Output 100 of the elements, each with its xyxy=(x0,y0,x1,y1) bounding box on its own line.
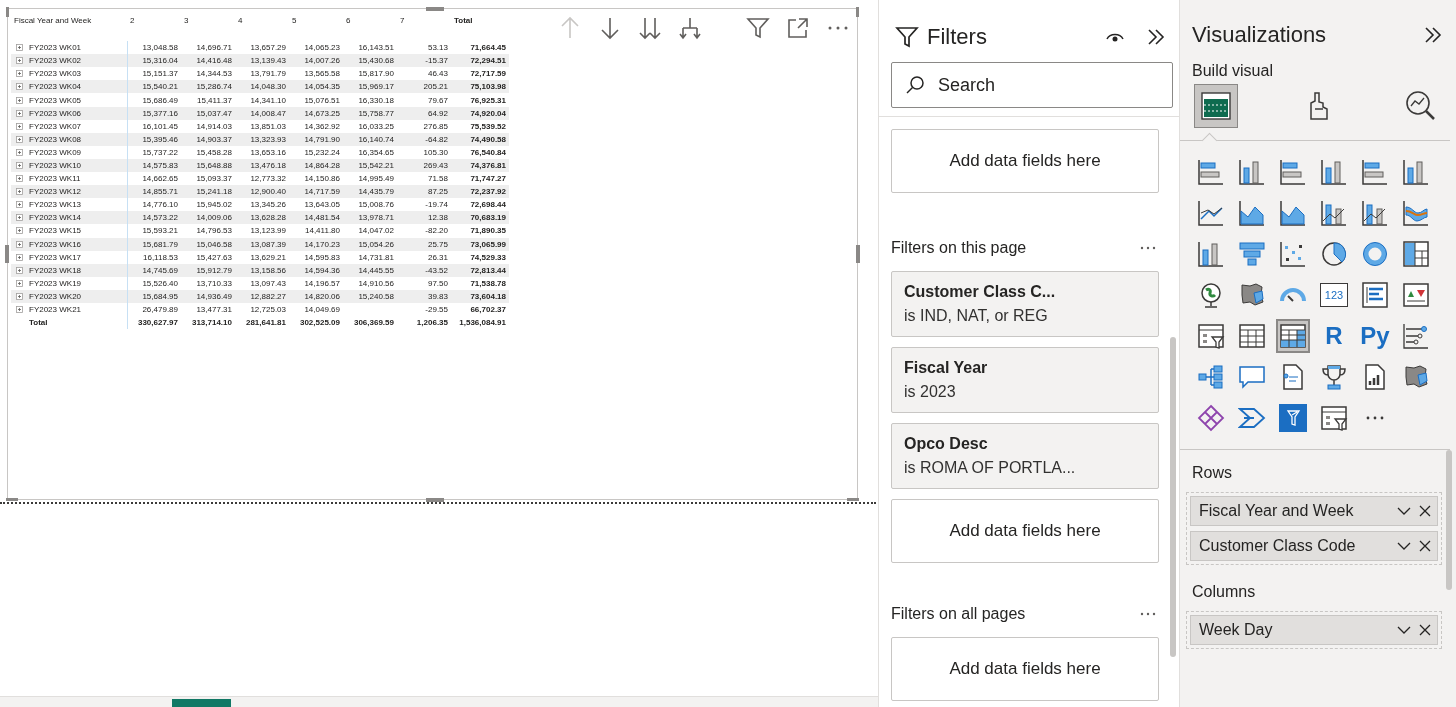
close-icon[interactable] xyxy=(1418,539,1432,553)
column-header[interactable]: Fiscal Year and Week xyxy=(11,12,127,28)
expand-icon[interactable] xyxy=(16,83,23,91)
drop-zone[interactable]: Add data fields here xyxy=(891,499,1159,563)
table-cell: 14,065.23 xyxy=(304,43,340,53)
expand-icon[interactable] xyxy=(16,227,23,235)
expand-icon[interactable] xyxy=(16,57,23,65)
table-cell: 15,008.76 xyxy=(358,200,394,210)
row-total: 70,683.19 xyxy=(470,213,506,223)
table-cell: 46.43 xyxy=(427,69,448,79)
table-cell: 15,817.90 xyxy=(358,69,394,79)
scrollbar-thumb[interactable] xyxy=(1170,337,1176,657)
column-header[interactable]: 6 xyxy=(343,12,397,28)
fork-arrow-icon[interactable] xyxy=(677,15,703,41)
column-header[interactable]: 5 xyxy=(289,12,343,28)
expand-icon[interactable] xyxy=(16,292,23,300)
field-well[interactable]: Fiscal Year and Week Customer Class Code xyxy=(1186,492,1442,565)
section-heading: Filters on this page xyxy=(891,239,1027,257)
table-cell: 16,033.25 xyxy=(358,121,394,131)
row-header: FY2023 WK08 xyxy=(29,134,82,144)
expand-icon[interactable] xyxy=(16,122,23,130)
filter-summary: is ROMA OF PORTLA... xyxy=(904,459,1077,477)
table-cell: 25.75 xyxy=(427,239,448,249)
matrix-visual-icon[interactable] xyxy=(1276,319,1310,353)
table-cell: 15,593.21 xyxy=(142,226,178,236)
column-header[interactable]: 3 xyxy=(181,12,235,28)
table-cell: 13,345.26 xyxy=(250,200,286,210)
expand-icon[interactable] xyxy=(16,201,23,209)
table-cell: 15,945.02 xyxy=(196,200,232,210)
table-cell: 13,643.05 xyxy=(304,200,340,210)
drop-zone[interactable]: Add data fields here xyxy=(891,129,1159,193)
expand-icon[interactable] xyxy=(16,162,23,169)
expand-icon[interactable] xyxy=(16,188,23,196)
expand-icon[interactable] xyxy=(16,44,23,52)
row-header: FY2023 WK03 xyxy=(29,69,82,79)
expand-icon[interactable] xyxy=(16,96,23,104)
expand-icon[interactable] xyxy=(16,279,23,287)
expand-icon[interactable] xyxy=(16,135,23,143)
expand-icon[interactable] xyxy=(16,266,23,274)
more-options-icon[interactable] xyxy=(1139,245,1157,251)
expand-icon[interactable] xyxy=(16,214,23,222)
field-pill[interactable]: Customer Class Code xyxy=(1190,531,1438,561)
search-field[interactable]: Search xyxy=(891,62,1173,108)
row-total: 71,664.45 xyxy=(470,43,506,53)
row-header: FY2023 WK16 xyxy=(29,239,82,249)
table-cell: 15,681.79 xyxy=(142,239,178,249)
table-cell: 14,435.79 xyxy=(358,187,394,197)
table-cell: 13,629.21 xyxy=(250,252,286,262)
table-cell: 14,776.10 xyxy=(142,200,178,210)
build-visual-tab[interactable] xyxy=(1194,84,1238,128)
expand-icon[interactable] xyxy=(16,240,23,248)
table-cell: 105.30 xyxy=(423,147,448,157)
row-header: FY2023 WK01 xyxy=(29,43,82,53)
row-header: FY2023 WK12 xyxy=(29,187,82,197)
expand-icon[interactable] xyxy=(16,109,23,117)
table-cell: 15,046.58 xyxy=(196,239,232,249)
expand-icon[interactable] xyxy=(16,253,23,261)
tile-visual-icon[interactable] xyxy=(1276,401,1310,435)
expand-icon[interactable] xyxy=(16,175,23,183)
table-cell: 14,745.69 xyxy=(142,265,178,275)
table-cell: 15,093.37 xyxy=(196,174,232,184)
filter-icon[interactable] xyxy=(745,15,771,41)
expand-icon[interactable] xyxy=(16,148,23,156)
filter-title: Fiscal Year xyxy=(904,359,989,377)
table-cell: 15,969.17 xyxy=(358,82,394,92)
close-icon[interactable] xyxy=(1418,623,1432,637)
filter-card[interactable]: Opco Desc is ROMA OF PORTLA... xyxy=(891,423,1159,489)
scrollbar-thumb[interactable] xyxy=(1446,450,1452,590)
row-header: FY2023 WK05 xyxy=(29,95,82,105)
filter-card[interactable]: Customer Class C... is IND, NAT, or REG xyxy=(891,271,1159,337)
glyph-visual-icon[interactable]: R xyxy=(1317,319,1351,353)
table-cell: 15,151.37 xyxy=(142,69,178,79)
column-header[interactable]: 2 xyxy=(127,12,181,28)
column-header[interactable]: Total xyxy=(451,12,509,28)
expand-icon[interactable] xyxy=(16,306,23,313)
field-pill[interactable]: Fiscal Year and Week xyxy=(1190,496,1438,526)
table-cell: 64.92 xyxy=(427,108,448,118)
table-cell: 15,684.95 xyxy=(142,291,178,301)
table-cell: 13,476.18 xyxy=(250,161,286,170)
close-icon[interactable] xyxy=(1418,504,1432,518)
table-cell: 15,286.74 xyxy=(196,82,232,92)
table-cell: 14,914.03 xyxy=(196,121,232,131)
table-cell: 15,686.49 xyxy=(142,95,178,105)
row-header: FY2023 WK20 xyxy=(29,291,82,301)
table-cell: 14,820.06 xyxy=(304,291,340,301)
more-options-icon[interactable] xyxy=(1139,611,1157,617)
row-header: FY2023 WK15 xyxy=(29,226,82,236)
column-header[interactable]: 4 xyxy=(235,12,289,28)
double-arrow-down-icon[interactable] xyxy=(637,15,663,41)
table-cell: 13,158.56 xyxy=(250,265,286,275)
table-cell: 15,542.21 xyxy=(358,161,394,170)
matrix-visual[interactable] xyxy=(7,8,858,500)
table-cell: 14,573.22 xyxy=(142,213,178,223)
column-header[interactable]: 7 xyxy=(397,12,451,28)
drop-zone[interactable]: Add data fields here xyxy=(891,637,1159,701)
filter-card[interactable]: Fiscal Year is 2023 xyxy=(891,347,1159,413)
focus-mode-icon[interactable] xyxy=(785,15,811,41)
row-total: 72,813.44 xyxy=(470,265,506,275)
table-cell: 14,717.59 xyxy=(304,187,340,197)
expand-icon[interactable] xyxy=(16,70,23,78)
